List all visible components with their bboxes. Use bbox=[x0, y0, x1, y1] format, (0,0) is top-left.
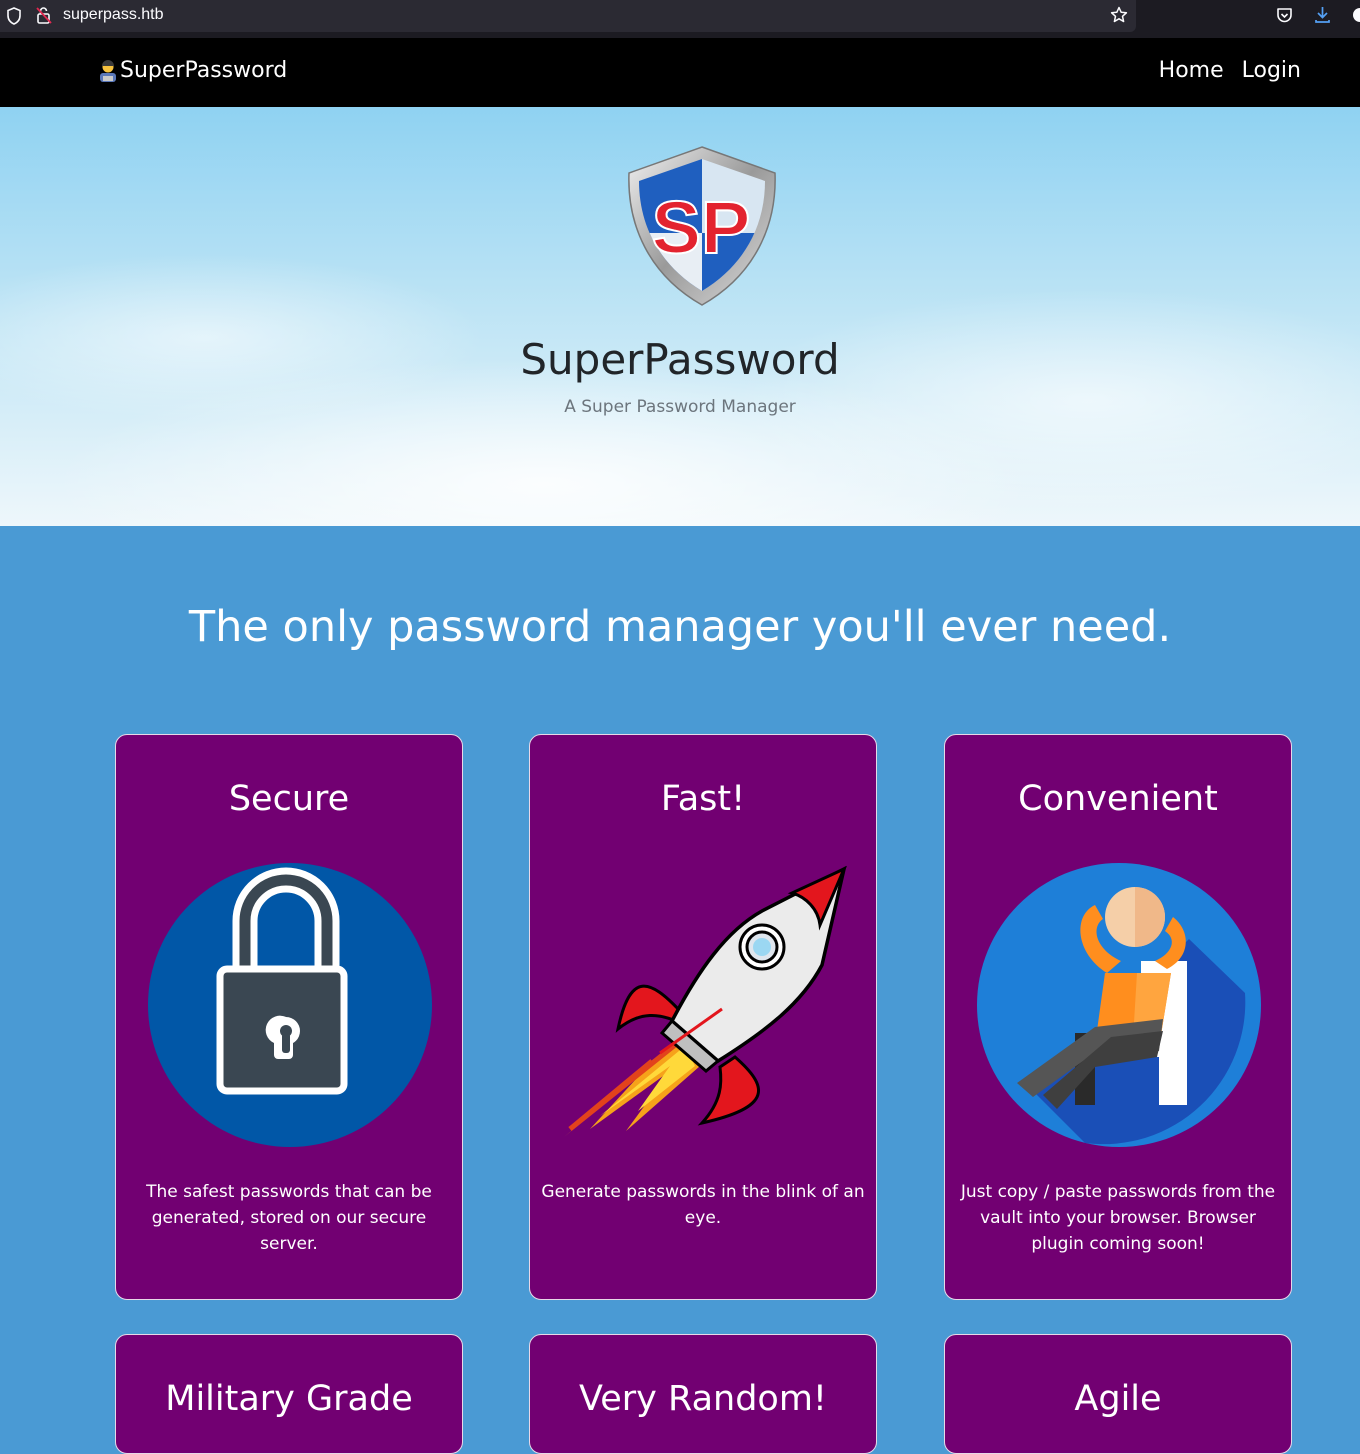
logo-text: SP bbox=[652, 186, 751, 269]
insecure-lock-icon[interactable] bbox=[36, 6, 52, 28]
feature-card-secure: Secure The safest passwords that can be … bbox=[115, 734, 463, 1300]
feature-title: Agile bbox=[1074, 1379, 1162, 1419]
technologist-emoji-icon bbox=[98, 59, 118, 82]
download-icon[interactable] bbox=[1314, 6, 1331, 28]
feature-title: Very Random! bbox=[579, 1379, 827, 1419]
feature-card-fast: Fast! Generate passwords in the blink of… bbox=[529, 734, 877, 1300]
navbar: SuperPassword Home Login bbox=[0, 38, 1360, 107]
feature-title: Fast! bbox=[660, 779, 746, 819]
url-text[interactable]: superpass.htb bbox=[63, 6, 164, 24]
tagline: The only password manager you'll ever ne… bbox=[188, 602, 1172, 652]
hero-title: SuperPassword bbox=[520, 335, 840, 384]
feature-description: The safest passwords that can be generat… bbox=[146, 1182, 432, 1254]
feature-title: Military Grade bbox=[165, 1379, 413, 1419]
relaxing-person-icon bbox=[945, 861, 1291, 1151]
rocket-icon bbox=[530, 861, 876, 1151]
feature-description: Just copy / paste passwords from the vau… bbox=[960, 1182, 1276, 1254]
feature-card-military-grade: Military Grade bbox=[115, 1334, 463, 1454]
feature-title: Convenient bbox=[1018, 779, 1218, 819]
shield-icon[interactable] bbox=[6, 7, 22, 29]
feature-title: Secure bbox=[228, 779, 350, 819]
nav-link-login[interactable]: Login bbox=[1242, 58, 1301, 83]
pocket-icon[interactable] bbox=[1276, 7, 1293, 28]
hero-subtitle: A Super Password Manager bbox=[564, 397, 796, 417]
feature-card-very-random: Very Random! bbox=[529, 1334, 877, 1454]
browser-toolbar: superpass.htb bbox=[0, 0, 1360, 38]
url-bar[interactable]: superpass.htb bbox=[0, 0, 1136, 32]
feature-card-convenient: Convenient Just copy / paste passwords f… bbox=[944, 734, 1292, 1300]
hero-banner: SP SuperPassword A Super Password Manage… bbox=[0, 107, 1360, 526]
account-icon[interactable] bbox=[1352, 6, 1360, 28]
padlock-icon bbox=[116, 861, 462, 1151]
star-bookmark-icon[interactable] bbox=[1110, 6, 1128, 28]
brand-link[interactable]: SuperPassword bbox=[98, 58, 287, 83]
nav-links: Home Login bbox=[1159, 58, 1301, 83]
superpassword-shield-logo: SP bbox=[625, 145, 779, 307]
brand-name: SuperPassword bbox=[120, 58, 288, 83]
feature-card-agile: Agile bbox=[944, 1334, 1292, 1454]
feature-description: Generate passwords in the blink of an ey… bbox=[541, 1182, 865, 1228]
nav-link-home[interactable]: Home bbox=[1159, 58, 1224, 83]
